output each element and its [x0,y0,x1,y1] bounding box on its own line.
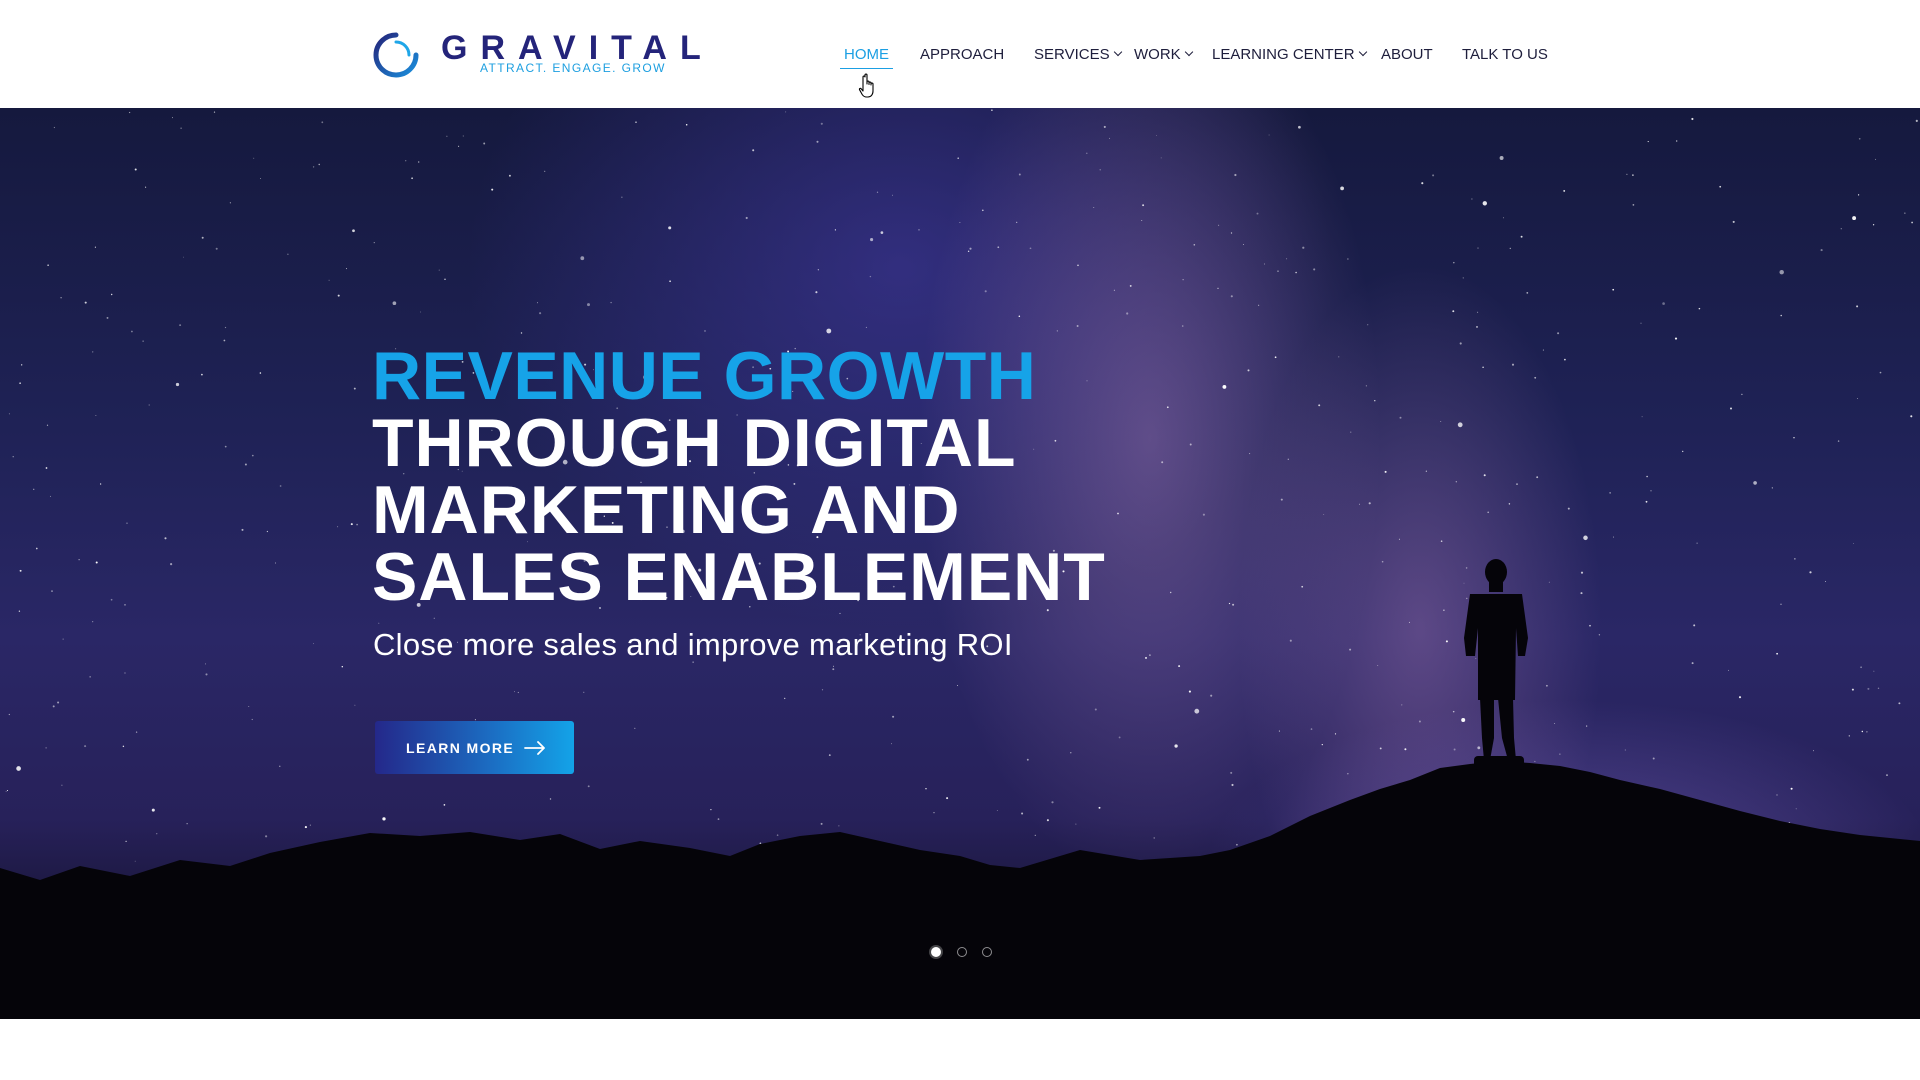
hero-subheadline: Close more sales and improve marketing R… [373,627,1013,662]
nav-item-learning-center[interactable]: LEARNING CENTER [1212,42,1367,66]
headline-line: THROUGH DIGITAL [372,405,1017,481]
slider-dot-3[interactable] [982,947,992,957]
nav-item-approach[interactable]: APPROACH [920,42,1004,66]
learn-more-button[interactable]: LEARN MORE [375,721,574,774]
nav-item-label: SERVICES [1034,45,1110,63]
nav-item-label: WORK [1134,45,1181,63]
headline-line: MARKETING AND [372,472,961,548]
nav-item-label: HOME [844,45,889,63]
site-header: GRAVITAL ATTRACT. ENGAGE. GROW HOME APPR… [0,0,1920,108]
headline-line: SALES ENABLEMENT [372,539,1106,615]
hero-headline: REVENUE GROWTH THROUGH DIGITAL MARKETING… [372,338,1232,615]
nav-item-talk-to-us[interactable]: TALK TO US [1462,42,1548,66]
nav-item-label: TALK TO US [1462,45,1548,63]
arrow-right-icon [524,740,546,755]
learn-more-label: LEARN MORE [406,739,515,756]
nav-item-home[interactable]: HOME [840,42,893,69]
hero-slider: REVENUE GROWTH THROUGH DIGITAL MARKETING… [0,108,1920,1019]
nav-item-services[interactable]: SERVICES [1034,42,1122,66]
headline-highlight: REVENUE GROWTH [372,338,1037,414]
chevron-down-icon [1113,47,1122,57]
slider-dot-2[interactable] [957,947,967,957]
chevron-down-icon [1184,47,1193,57]
chevron-down-icon [1358,47,1367,57]
slider-pagination [0,947,1920,959]
nav-item-work[interactable]: WORK [1134,42,1193,66]
nav-item-label: ABOUT [1381,45,1433,63]
nav-item-about[interactable]: ABOUT [1381,42,1433,66]
hand-pointer-icon [858,73,874,98]
slider-dot-1[interactable] [931,947,941,957]
main-navigation: HOME APPROACH SERVICES WORK LEARNING CEN… [0,0,1920,108]
nav-item-label: LEARNING CENTER [1212,45,1355,63]
nav-item-label: APPROACH [920,45,1005,63]
person-silhouette [1464,559,1528,770]
